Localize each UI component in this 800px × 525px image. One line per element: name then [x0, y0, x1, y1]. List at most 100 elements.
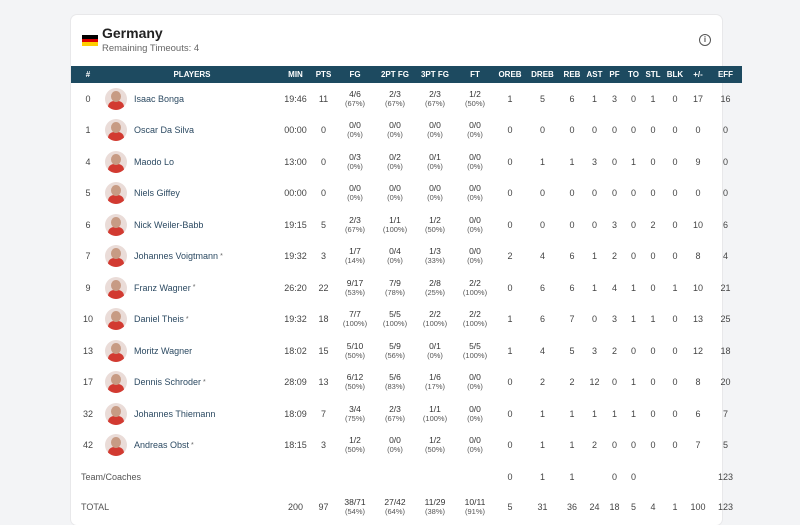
free-throws: 0/0 (0%) — [467, 120, 483, 140]
column-header[interactable]: +/- — [687, 66, 709, 83]
column-header[interactable]: 2PT FG — [375, 66, 415, 83]
three-point-fg: 2/3 (67%) — [424, 88, 445, 108]
rebounds: 2 — [569, 377, 575, 388]
field-goals: 0/0 (0%) — [347, 183, 363, 203]
player-name-link[interactable]: Isaac Bonga — [134, 94, 184, 104]
efficiency: 18 — [720, 345, 731, 356]
player-avatar — [105, 150, 127, 173]
column-header[interactable]: MIN — [279, 66, 312, 83]
info-icon[interactable]: i — [699, 34, 711, 46]
points: 7 — [320, 408, 326, 419]
plus-minus: 100 — [690, 502, 706, 512]
offensive-rebounds: 1 — [507, 93, 513, 104]
free-throws: 0/0 (0%) — [467, 214, 483, 234]
player-name-link[interactable]: Oscar Da Silva — [134, 125, 194, 135]
column-header[interactable]: # — [71, 66, 105, 83]
table-row: 32 Johannes Thiemann 18:09 7 3/4 (75%) 2/3 (6… — [71, 398, 742, 430]
efficiency: 20 — [720, 377, 731, 388]
table-row: 10 Daniel Theis * 19:32 18 7/7 (100%) 5/5 (10… — [71, 304, 742, 336]
rebounds: 5 — [569, 345, 575, 356]
blocks: 0 — [672, 440, 678, 451]
column-header[interactable]: PTS — [312, 66, 335, 83]
offensive-rebounds: 1 — [507, 345, 513, 356]
player-name-link[interactable]: Moritz Wagner — [134, 346, 192, 356]
personal-fouls: 2 — [611, 345, 617, 356]
two-point-fg: 0/0 (0%) — [387, 183, 403, 203]
player-name-link[interactable]: Andreas Obst — [134, 440, 189, 450]
player-cell: Nick Weiler-Babb — [105, 209, 279, 241]
points: 5 — [320, 219, 326, 230]
field-goals: 0/3 (0%) — [347, 151, 363, 171]
column-header[interactable]: 3PT FG — [415, 66, 455, 83]
steals: 1 — [650, 93, 656, 104]
player-name-link[interactable]: Johannes Thiemann — [134, 409, 215, 419]
player-name-link[interactable]: Nick Weiler-Babb — [134, 220, 203, 230]
column-header[interactable]: OREB — [495, 66, 525, 83]
column-header[interactable]: REB — [560, 66, 584, 83]
column-header[interactable]: AST — [584, 66, 605, 83]
defensive-rebounds: 4 — [539, 251, 545, 262]
minutes: 19:46 — [284, 93, 307, 104]
two-point-fg: 0/4 (0%) — [387, 246, 403, 266]
turnovers: 0 — [630, 440, 636, 451]
column-header[interactable]: PLAYERS — [105, 66, 279, 83]
player-name-link[interactable]: Johannes Voigtmann — [134, 251, 218, 261]
free-throws: 10/11 (91%) — [464, 497, 486, 517]
field-goals: 4/6 (67%) — [344, 88, 365, 108]
column-header[interactable]: FT — [455, 66, 495, 83]
personal-fouls: 0 — [611, 125, 617, 136]
starter-marker: * — [220, 252, 223, 260]
player-name-link[interactable]: Dennis Schroder — [134, 377, 201, 387]
player-avatar — [105, 213, 127, 236]
defensive-rebounds: 6 — [539, 282, 545, 293]
free-throws: 0/0 (0%) — [467, 403, 483, 423]
column-header[interactable]: STL — [643, 66, 663, 83]
personal-fouls: 0 — [611, 156, 617, 167]
minutes: 18:09 — [284, 408, 307, 419]
defensive-rebounds: 1 — [539, 408, 545, 419]
player-name-link[interactable]: Maodo Lo — [134, 157, 174, 167]
plus-minus: 8 — [695, 251, 701, 262]
assists: 1 — [591, 93, 597, 104]
plus-minus: 10 — [692, 219, 703, 230]
personal-fouls: 3 — [611, 314, 617, 325]
plus-minus: 12 — [692, 345, 703, 356]
column-header[interactable]: TO — [624, 66, 643, 83]
rebounds: 1 — [569, 440, 575, 451]
three-point-fg: 2/8 (25%) — [424, 277, 445, 297]
column-header[interactable]: DREB — [525, 66, 560, 83]
free-throws: 5/5 (100%) — [462, 340, 488, 360]
column-header[interactable]: BLK — [663, 66, 687, 83]
efficiency: 7 — [722, 408, 728, 419]
three-point-fg: 1/6 (17%) — [424, 372, 445, 392]
column-header[interactable]: FG — [335, 66, 375, 83]
field-goals: 5/10 (50%) — [344, 340, 365, 360]
player-name-link[interactable]: Franz Wagner — [134, 283, 191, 293]
team-coaches-label: Team/Coaches — [81, 471, 142, 482]
assists: 0 — [591, 314, 597, 325]
efficiency: 0 — [722, 156, 728, 167]
team-name: Germany — [102, 25, 163, 41]
rebounds: 0 — [569, 125, 575, 136]
table-row: 1 Oscar Da Silva 00:00 0 0/0 (0%) 0/0 (0%) 0/0… — [71, 115, 742, 147]
player-avatar — [105, 434, 127, 457]
plus-minus: 13 — [692, 314, 703, 325]
offensive-rebounds: 0 — [507, 156, 513, 167]
field-goals: 1/2 (50%) — [344, 435, 365, 455]
field-goals: 6/12 (50%) — [344, 372, 365, 392]
starter-marker: * — [185, 315, 189, 323]
plus-minus: 9 — [695, 156, 701, 167]
defensive-rebounds: 2 — [539, 377, 545, 388]
player-name-link[interactable]: Niels Giffey — [134, 188, 180, 198]
free-throws: 0/0 (0%) — [467, 151, 483, 171]
personal-fouls: 3 — [611, 219, 617, 230]
offensive-rebounds: 0 — [507, 440, 513, 451]
column-header[interactable]: PF — [605, 66, 624, 83]
steals: 0 — [650, 251, 656, 262]
efficiency: 25 — [720, 314, 731, 325]
jersey-number: 4 — [85, 156, 91, 167]
defensive-rebounds: 4 — [539, 345, 545, 356]
player-name-link[interactable]: Daniel Theis — [134, 314, 184, 324]
column-header[interactable]: EFF — [709, 66, 742, 83]
assists: 12 — [589, 377, 600, 388]
